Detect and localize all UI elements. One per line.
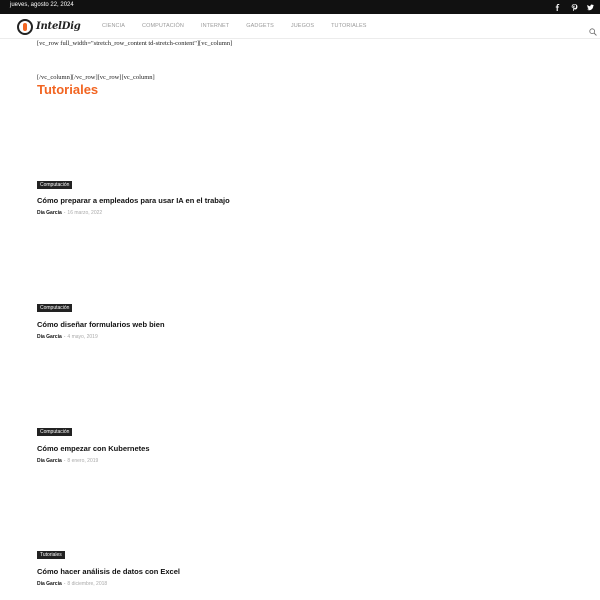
post-title[interactable]: Cómo hacer análisis de datos con Excel (37, 567, 180, 576)
post-author[interactable]: Día García (37, 458, 62, 464)
post-title[interactable]: Cómo preparar a empleados para usar IA e… (37, 196, 230, 205)
main-nav: CIENCIA COMPUTACIÓN INTERNET GADGETS JUE… (102, 23, 384, 29)
nav-item-gadgets[interactable]: GADGETS (246, 23, 274, 29)
nav-item-computacion[interactable]: COMPUTACIÓN (142, 23, 184, 29)
meta-separator: - (63, 334, 66, 340)
shortcode-row-close: [/vc_column][/vc_row][vc_row][vc_column] (37, 74, 155, 81)
section-title: Tutoriales (37, 82, 99, 97)
post-meta: Día García -16 marzo, 2022 (37, 210, 102, 216)
category-badge[interactable]: Computación (37, 304, 73, 312)
twitter-icon[interactable] (582, 0, 598, 14)
post-meta: Día García -8 diciembre, 2018 (37, 581, 107, 587)
post-author[interactable]: Día García (37, 210, 62, 216)
post-author[interactable]: Día García (37, 581, 62, 587)
pinterest-icon[interactable] (566, 0, 582, 14)
logo-text: IntelDig (36, 21, 81, 32)
nav-item-tutoriales[interactable]: TUTORIALES (331, 23, 366, 29)
post-author[interactable]: Día García (37, 334, 62, 340)
site-header: IntelDig CIENCIA COMPUTACIÓN INTERNET GA… (0, 14, 600, 39)
meta-separator: - (63, 581, 66, 587)
nav-item-internet[interactable]: INTERNET (201, 23, 229, 29)
shortcode-row-open: [vc_row full_width="stretch_row_content … (37, 40, 233, 47)
category-badge[interactable]: Tutoriales (37, 551, 65, 559)
category-badge[interactable]: Computación (37, 181, 73, 189)
post-date: 8 enero, 2019 (67, 458, 99, 464)
site-logo[interactable]: IntelDig (17, 17, 81, 36)
top-bar: jueves, agosto 22, 2024 (0, 0, 600, 14)
post-date: 8 diciembre, 2018 (67, 581, 108, 587)
logo-icon (17, 18, 33, 35)
nav-item-ciencia[interactable]: CIENCIA (102, 23, 125, 29)
nav-item-juegos[interactable]: JUEGOS (291, 23, 314, 29)
post-date: 4 mayo, 2019 (67, 334, 98, 340)
post-date: 16 marzo, 2022 (67, 210, 103, 216)
facebook-icon[interactable] (549, 0, 565, 14)
current-date: jueves, agosto 22, 2024 (10, 2, 74, 8)
post-title[interactable]: Cómo empezar con Kubernetes (37, 444, 150, 453)
meta-separator: - (63, 210, 66, 216)
category-badge[interactable]: Computación (37, 428, 73, 436)
post-title[interactable]: Cómo diseñar formularios web bien (37, 320, 165, 329)
post-meta: Día García -4 mayo, 2019 (37, 334, 98, 340)
post-meta: Día García -8 enero, 2019 (37, 458, 98, 464)
meta-separator: - (63, 458, 66, 464)
search-icon[interactable] (589, 21, 599, 36)
